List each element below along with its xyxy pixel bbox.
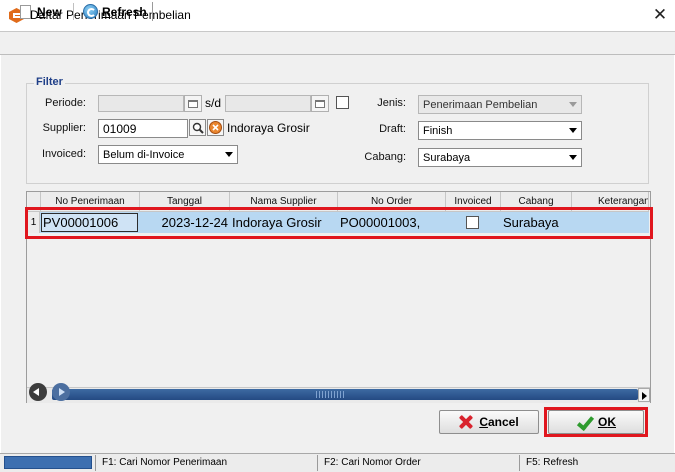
cabang-select[interactable]: Surabaya [418, 148, 582, 167]
ok-button-label: K [607, 415, 616, 429]
cabang-select-value: Surabaya [423, 152, 471, 164]
new-button-label: ew [45, 4, 62, 19]
cell-no-order[interactable]: PO00001003, [340, 212, 444, 233]
ok-button[interactable]: OK [548, 410, 644, 434]
column-header-invoiced[interactable]: Invoiced [446, 192, 501, 212]
periode-end-calendar-icon[interactable] [311, 95, 329, 112]
grid-corner [28, 192, 41, 212]
cell-no-penerimaan[interactable]: PV00001006 [43, 212, 138, 233]
invoiced-select[interactable]: Belum di-Invoice [98, 145, 238, 164]
jenis-label: Jenis: [377, 97, 406, 109]
periode-start-calendar-icon[interactable] [184, 95, 202, 112]
draft-select[interactable]: Finish [418, 121, 582, 140]
cell-cabang[interactable]: Surabaya [503, 212, 571, 233]
column-header-nama-supplier[interactable]: Nama Supplier [230, 192, 338, 212]
search-icon[interactable] [189, 119, 206, 136]
refresh-button-mnemonic: R [102, 4, 111, 19]
cell-nama-supplier[interactable]: Indoraya Grosir [232, 212, 336, 233]
new-button-mnemonic: N [37, 4, 46, 19]
toolbar-separator [73, 3, 74, 20]
cancel-button[interactable]: Cancel [439, 410, 539, 434]
cancel-button-label: ancel [487, 415, 519, 429]
new-button[interactable]: New [20, 2, 62, 21]
scrollbar-grip [316, 391, 346, 398]
draft-select-value: Finish [423, 125, 453, 137]
row-number: 1 [28, 212, 40, 233]
periode-separator: s/d [205, 96, 222, 110]
cabang-label: Cabang: [364, 151, 406, 163]
invoiced-label: Invoiced: [41, 148, 86, 160]
status-progress-block [4, 456, 92, 469]
ok-check-icon [576, 415, 592, 429]
supplier-code-field[interactable]: 01009 [98, 119, 188, 138]
column-header-no-penerimaan[interactable]: No Penerimaan [41, 192, 140, 212]
supplier-name: Indoraya Grosir [227, 121, 310, 135]
refresh-icon [83, 4, 98, 19]
supplier-label: Supplier: [42, 122, 86, 134]
invoiced-select-value: Belum di-Invoice [103, 149, 185, 161]
refresh-button[interactable]: Refresh [83, 2, 147, 21]
periode-end-field[interactable] [225, 95, 311, 112]
column-header-keterangan[interactable]: Keterangan [572, 192, 649, 212]
periode-label: Periode: [45, 97, 86, 109]
chevron-down-icon [569, 155, 577, 160]
status-f1: F1: Cari Nomor Penerimaan [95, 455, 317, 471]
refresh-button-label: efresh [110, 4, 147, 19]
cell-keterangan[interactable] [574, 212, 648, 233]
cell-tanggal[interactable]: 2023-12-24 [140, 212, 229, 233]
column-header-no-order[interactable]: No Order [338, 192, 446, 212]
draft-label: Draft: [379, 123, 406, 135]
clear-icon[interactable] [207, 119, 224, 136]
status-f2: F2: Cari Nomor Order [317, 455, 519, 471]
chevron-down-icon [569, 102, 577, 107]
chevron-down-icon [225, 152, 233, 157]
periode-checkbox[interactable] [336, 96, 349, 109]
filter-legend: Filter [34, 76, 65, 88]
cell-invoiced-checkbox[interactable] [466, 216, 479, 229]
toolbar-separator [152, 2, 153, 21]
jenis-select[interactable]: Penerimaan Pembelian [418, 95, 582, 114]
status-f5: F5: Refresh [519, 455, 669, 471]
previous-page-icon[interactable] [29, 383, 47, 401]
next-page-icon[interactable] [52, 383, 70, 401]
cancel-button-mnemonic: C [479, 415, 488, 429]
chevron-down-icon [569, 128, 577, 133]
toolbar [0, 31, 675, 55]
cancel-x-icon [459, 415, 473, 429]
scroll-right-arrow-icon[interactable] [638, 388, 650, 402]
new-document-icon [20, 4, 31, 19]
jenis-select-value: Penerimaan Pembelian [423, 99, 538, 111]
periode-start-field[interactable] [98, 95, 184, 112]
ok-button-mnemonic: O [597, 415, 608, 429]
close-icon[interactable]: ✕ [650, 5, 670, 25]
column-header-cabang[interactable]: Cabang [501, 192, 572, 212]
column-header-tanggal[interactable]: Tanggal [140, 192, 230, 212]
